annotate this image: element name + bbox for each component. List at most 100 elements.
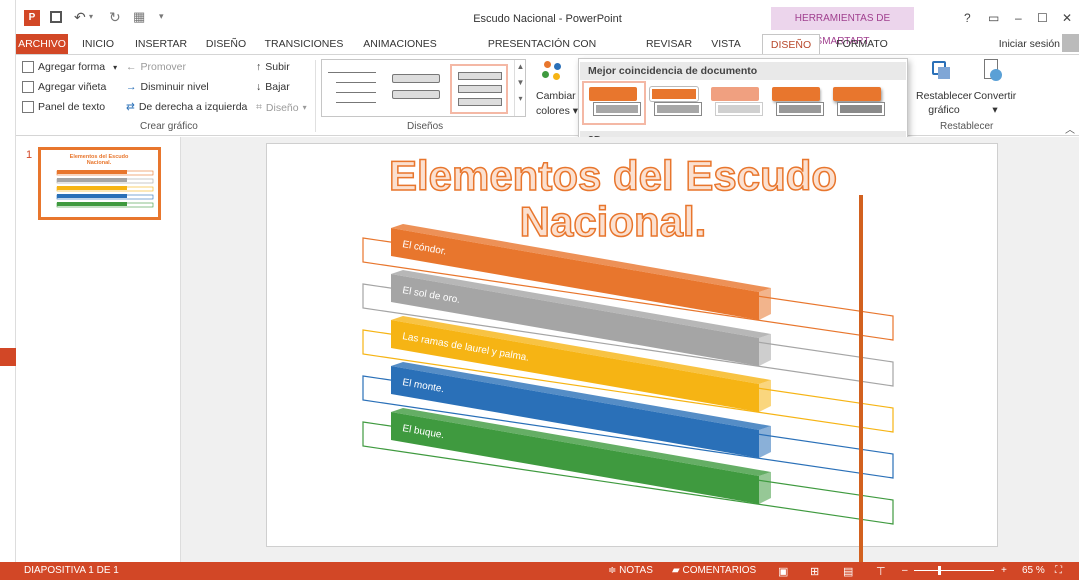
background-app-icon xyxy=(0,348,16,366)
reset-group-label: Restablecer xyxy=(940,121,994,132)
normal-view-icon[interactable]: ▣ xyxy=(778,565,788,578)
smartart-graphic[interactable]: Elementos del Escudo Nacional. El cóndor… xyxy=(267,144,997,546)
slide-number: 1 xyxy=(26,149,33,161)
convert-button[interactable]: Convertir ▾ xyxy=(972,89,1018,117)
notes-button[interactable]: ≑ NOTAS xyxy=(608,565,653,576)
create-graphic-group-label: Crear gráfico xyxy=(140,121,198,132)
thumb-item-1 xyxy=(56,170,154,176)
ribbon: Agregar forma ▾ Agregar viñeta Panel de t… xyxy=(16,54,1079,136)
zoom-slider-thumb[interactable] xyxy=(938,566,941,575)
slide-canvas[interactable]: Elementos del Escudo Nacional. El cóndor… xyxy=(266,143,998,547)
move-up-icon: ↑ xyxy=(256,61,262,73)
add-shape-button[interactable]: Agregar forma ▾ xyxy=(22,61,117,73)
text-pane-icon xyxy=(22,101,34,113)
slide-title-line-2[interactable]: Nacional. xyxy=(519,197,707,246)
move-down-icon: ↓ xyxy=(256,81,262,93)
tab-insertar[interactable]: INSERTAR xyxy=(132,34,190,54)
thumb-item-4 xyxy=(56,194,154,200)
window-title: Escudo Nacional - PowerPoint xyxy=(473,13,622,25)
editor-area: 1 Elementos del Escudo Nacional. Element… xyxy=(16,137,1079,562)
tab-revisar[interactable]: REVISAR xyxy=(642,34,696,54)
layouts-gallery[interactable]: ▲ ▼ ▾ xyxy=(321,59,526,117)
thumbnail-preview: Elementos del Escudo Nacional. xyxy=(56,154,154,208)
right-to-left-button[interactable]: ⇄ De derecha a izquierda xyxy=(126,101,247,113)
item-side-face xyxy=(759,426,771,458)
layout-option-3-selected[interactable] xyxy=(450,64,508,114)
add-shape-icon xyxy=(22,61,34,73)
maximize-button[interactable]: ☐ xyxy=(1037,11,1048,25)
layouts-scroll[interactable]: ▲ ▼ ▾ xyxy=(514,60,526,116)
reading-view-icon[interactable]: ▤ xyxy=(843,565,853,578)
comments-button[interactable]: ▰ COMENTARIOS xyxy=(672,565,756,576)
zoom-slider[interactable] xyxy=(914,570,994,571)
background-window-edge xyxy=(0,0,16,562)
comments-icon: ▰ xyxy=(672,565,683,576)
ribbon-display-icon[interactable]: ▭ xyxy=(988,11,999,25)
tab-animaciones[interactable]: ANIMACIONES xyxy=(358,34,442,54)
style-moderate-effect[interactable] xyxy=(768,84,826,122)
help-icon[interactable]: ? xyxy=(964,11,971,25)
color-palette-icon xyxy=(540,61,566,83)
layouts-group-label: Diseños xyxy=(407,121,444,132)
demote-arrow-icon: → xyxy=(126,81,137,93)
layout-icon: ⌗ xyxy=(256,101,262,113)
thumbnail-title-2: Nacional. xyxy=(87,160,112,166)
tab-diseno[interactable]: DISEÑO xyxy=(202,34,250,54)
style-simple-fill[interactable] xyxy=(582,81,646,125)
collapse-ribbon-icon[interactable]: ︿ xyxy=(1065,121,1075,136)
tab-smartart-diseno[interactable]: DISEÑO xyxy=(762,34,820,54)
item-side-face xyxy=(759,472,771,504)
zoom-out-button[interactable]: – xyxy=(902,565,908,576)
minimize-button[interactable]: – xyxy=(1015,11,1022,25)
slide-thumbnail-1[interactable]: Elementos del Escudo Nacional. xyxy=(38,147,161,220)
title-bar: P ↶ ▾ ↻ ▦ ▾ Escudo Nacional - PowerPoint… xyxy=(16,0,1079,47)
convert-icon xyxy=(982,59,1004,83)
move-down-button[interactable]: ↓ Bajar xyxy=(256,81,290,93)
user-avatar[interactable] xyxy=(1062,34,1079,52)
item-side-face xyxy=(759,288,771,320)
item-side-face xyxy=(759,380,771,412)
layout-option-2[interactable] xyxy=(388,68,444,110)
zoom-in-button[interactable]: + xyxy=(1001,565,1007,576)
slideshow-view-icon[interactable]: ⊤ xyxy=(876,565,886,578)
powerpoint-window: P ↶ ▾ ↻ ▦ ▾ Escudo Nacional - PowerPoint… xyxy=(0,0,1079,580)
ribbon-tabs: ARCHIVO INICIO INSERTAR DISEÑO TRANSICIO… xyxy=(16,34,1079,70)
promote-button[interactable]: ← Promover xyxy=(126,61,186,73)
layout-option-1[interactable] xyxy=(328,68,376,110)
thumb-item-2 xyxy=(56,178,154,184)
slide-sorter-icon[interactable]: ⊞ xyxy=(810,565,819,578)
zoom-level[interactable]: 65 % xyxy=(1022,565,1045,576)
close-button[interactable]: ✕ xyxy=(1062,11,1072,25)
thumb-item-3 xyxy=(56,186,154,192)
tab-file[interactable]: ARCHIVO xyxy=(16,34,68,54)
reset-graphic-button[interactable]: Restablecer gráfico xyxy=(916,89,972,117)
text-pane-button[interactable]: Panel de texto xyxy=(22,101,105,113)
tab-formato[interactable]: FORMATO xyxy=(830,34,894,54)
best-match-header: Mejor coincidencia de documento xyxy=(580,62,906,80)
sign-in-link[interactable]: Iniciar sesión xyxy=(988,34,1060,54)
style-intense-effect[interactable] xyxy=(829,84,887,122)
ribbon-separator xyxy=(315,60,316,132)
slide-thumbnails-pane: 1 Elementos del Escudo Nacional. xyxy=(16,137,181,562)
item-side-face xyxy=(759,334,771,366)
tab-vista[interactable]: VISTA xyxy=(706,34,746,54)
promote-arrow-icon: ← xyxy=(126,61,137,73)
move-up-button[interactable]: ↑ Subir xyxy=(256,61,290,73)
tab-transiciones[interactable]: TRANSICIONES xyxy=(262,34,346,54)
style-subtle-effect[interactable] xyxy=(707,84,765,122)
tab-inicio[interactable]: INICIO xyxy=(76,34,120,54)
status-bar: DIAPOSITIVA 1 DE 1 ≑ NOTAS ▰ COMENTARIOS… xyxy=(0,562,1079,580)
tab-presentacion[interactable]: PRESENTACIÓN CON DIAPOSITIVAS xyxy=(452,34,632,70)
add-bullet-button[interactable]: Agregar viñeta xyxy=(22,81,106,93)
right-to-left-icon: ⇄ xyxy=(126,101,135,113)
fit-to-window-icon[interactable]: ⛶ xyxy=(1055,565,1062,576)
add-bullet-icon xyxy=(22,81,34,93)
annotation-pointer-line xyxy=(859,195,863,580)
style-white-outline[interactable] xyxy=(646,84,704,122)
slide-count-status: DIAPOSITIVA 1 DE 1 xyxy=(24,565,119,576)
smartart-tools-label: HERRAMIENTAS DE SMARTART xyxy=(771,7,914,47)
demote-button[interactable]: → Disminuir nivel xyxy=(126,81,209,93)
layout-button[interactable]: ⌗ Diseño ▾ xyxy=(256,101,307,114)
change-colors-button[interactable]: Cambiar colores ▾ xyxy=(536,89,578,119)
slide-title-line-1[interactable]: Elementos del Escudo xyxy=(388,151,838,200)
